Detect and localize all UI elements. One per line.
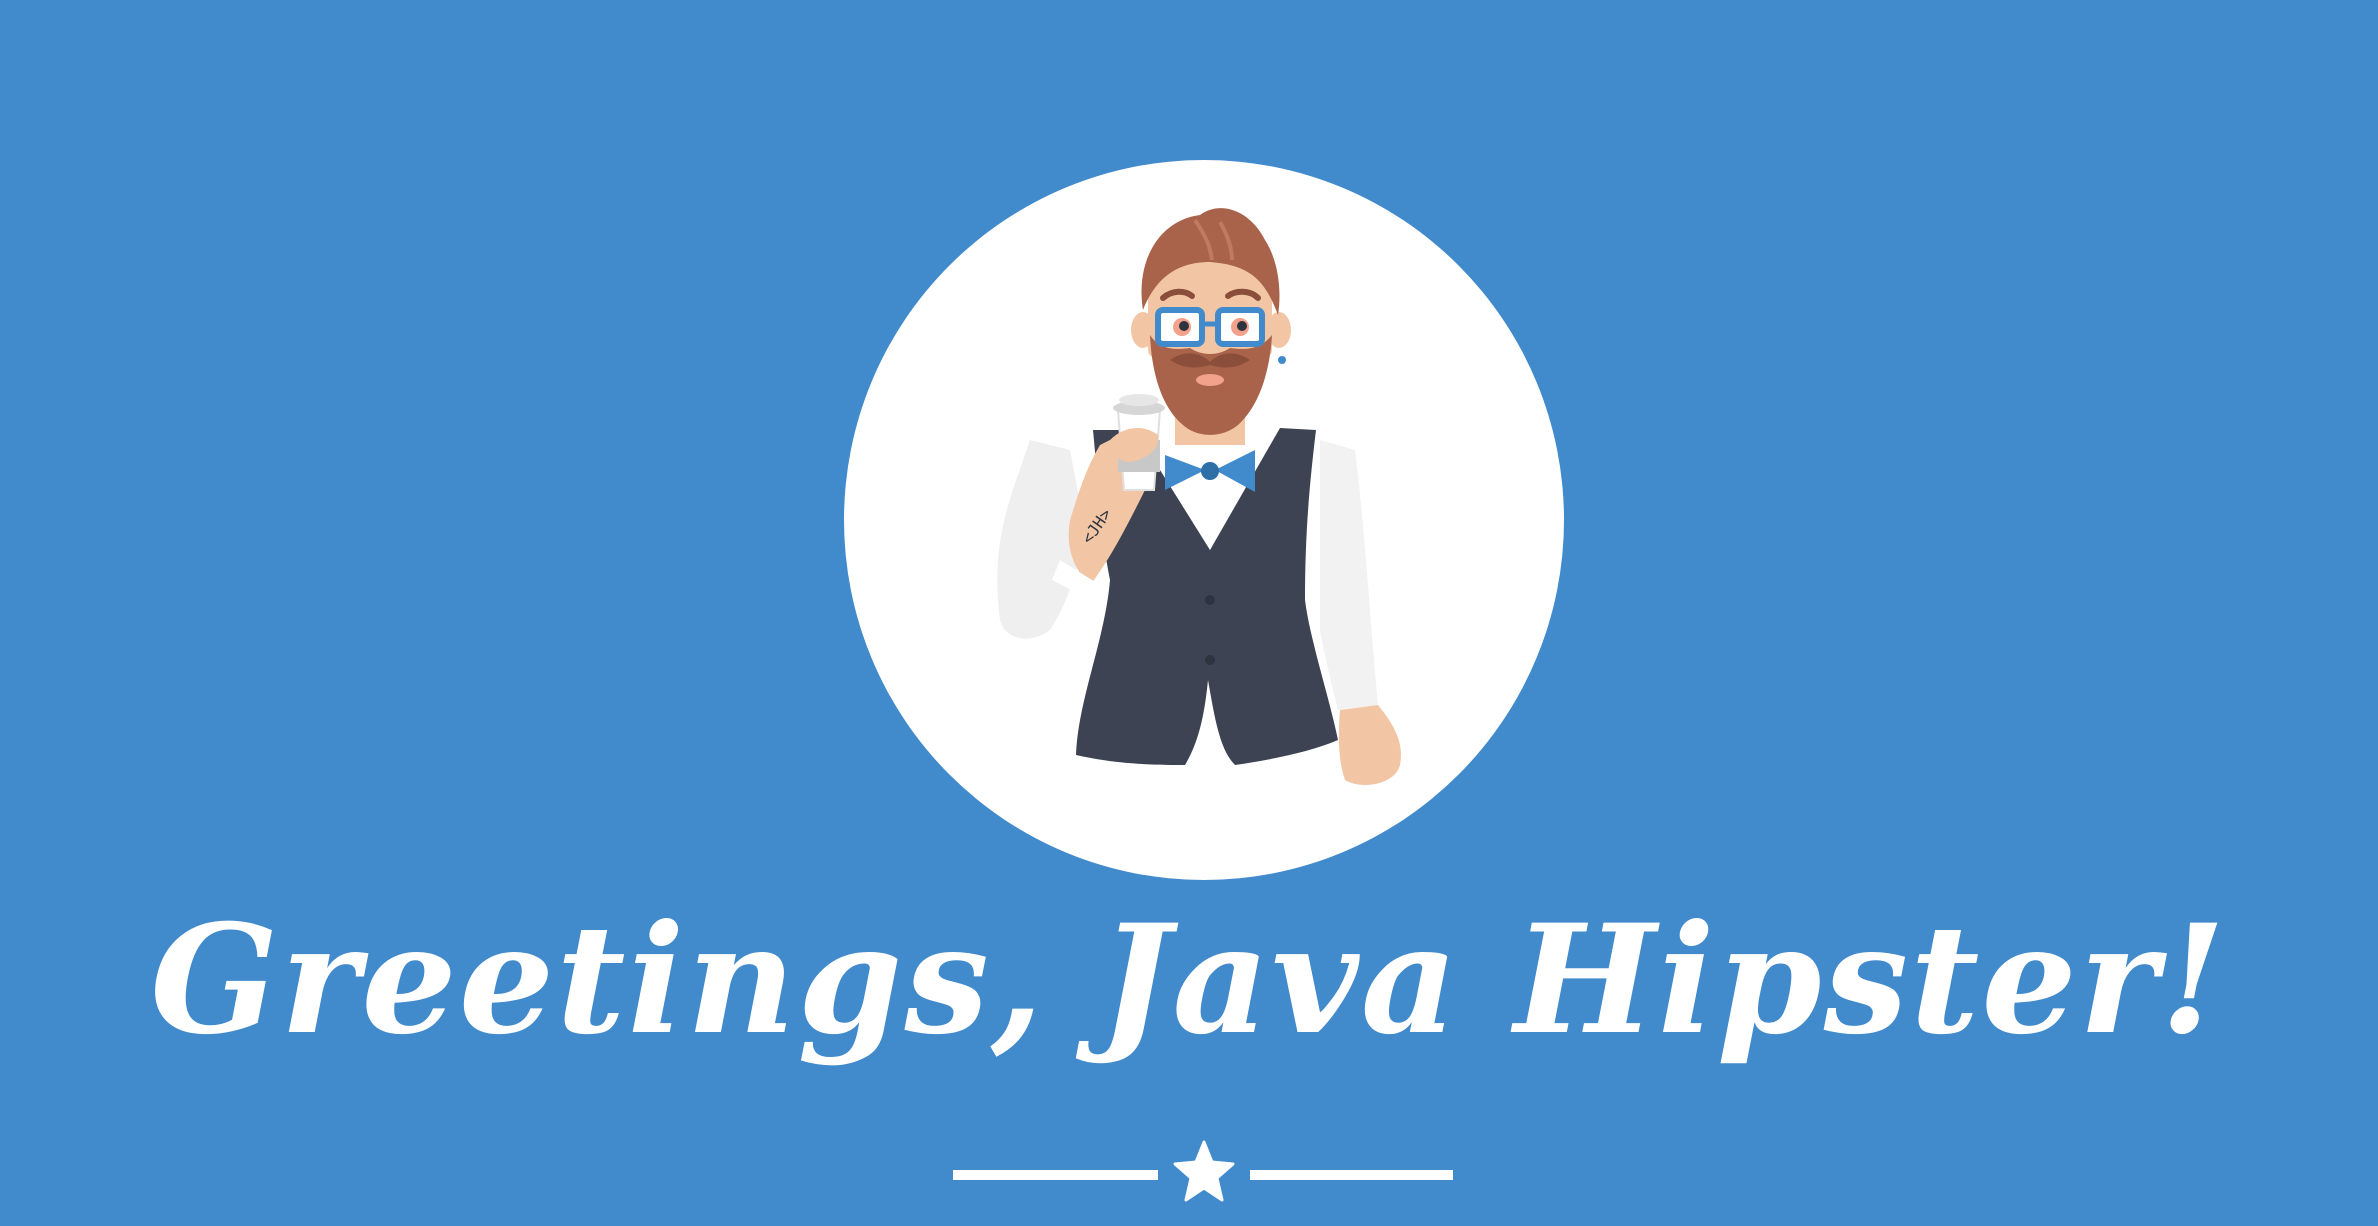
star-icon [1173,1140,1235,1202]
page: <JH> Greetings, Java Hipster! [0,0,2378,1226]
hipster-mascot-image: <JH> [997,208,1401,785]
title-divider [953,1140,1453,1202]
divider-line-right [1250,1170,1453,1180]
divider-line-left [953,1170,1158,1180]
greeting-title: Greetings, Java Hipster! [150,892,2228,1068]
